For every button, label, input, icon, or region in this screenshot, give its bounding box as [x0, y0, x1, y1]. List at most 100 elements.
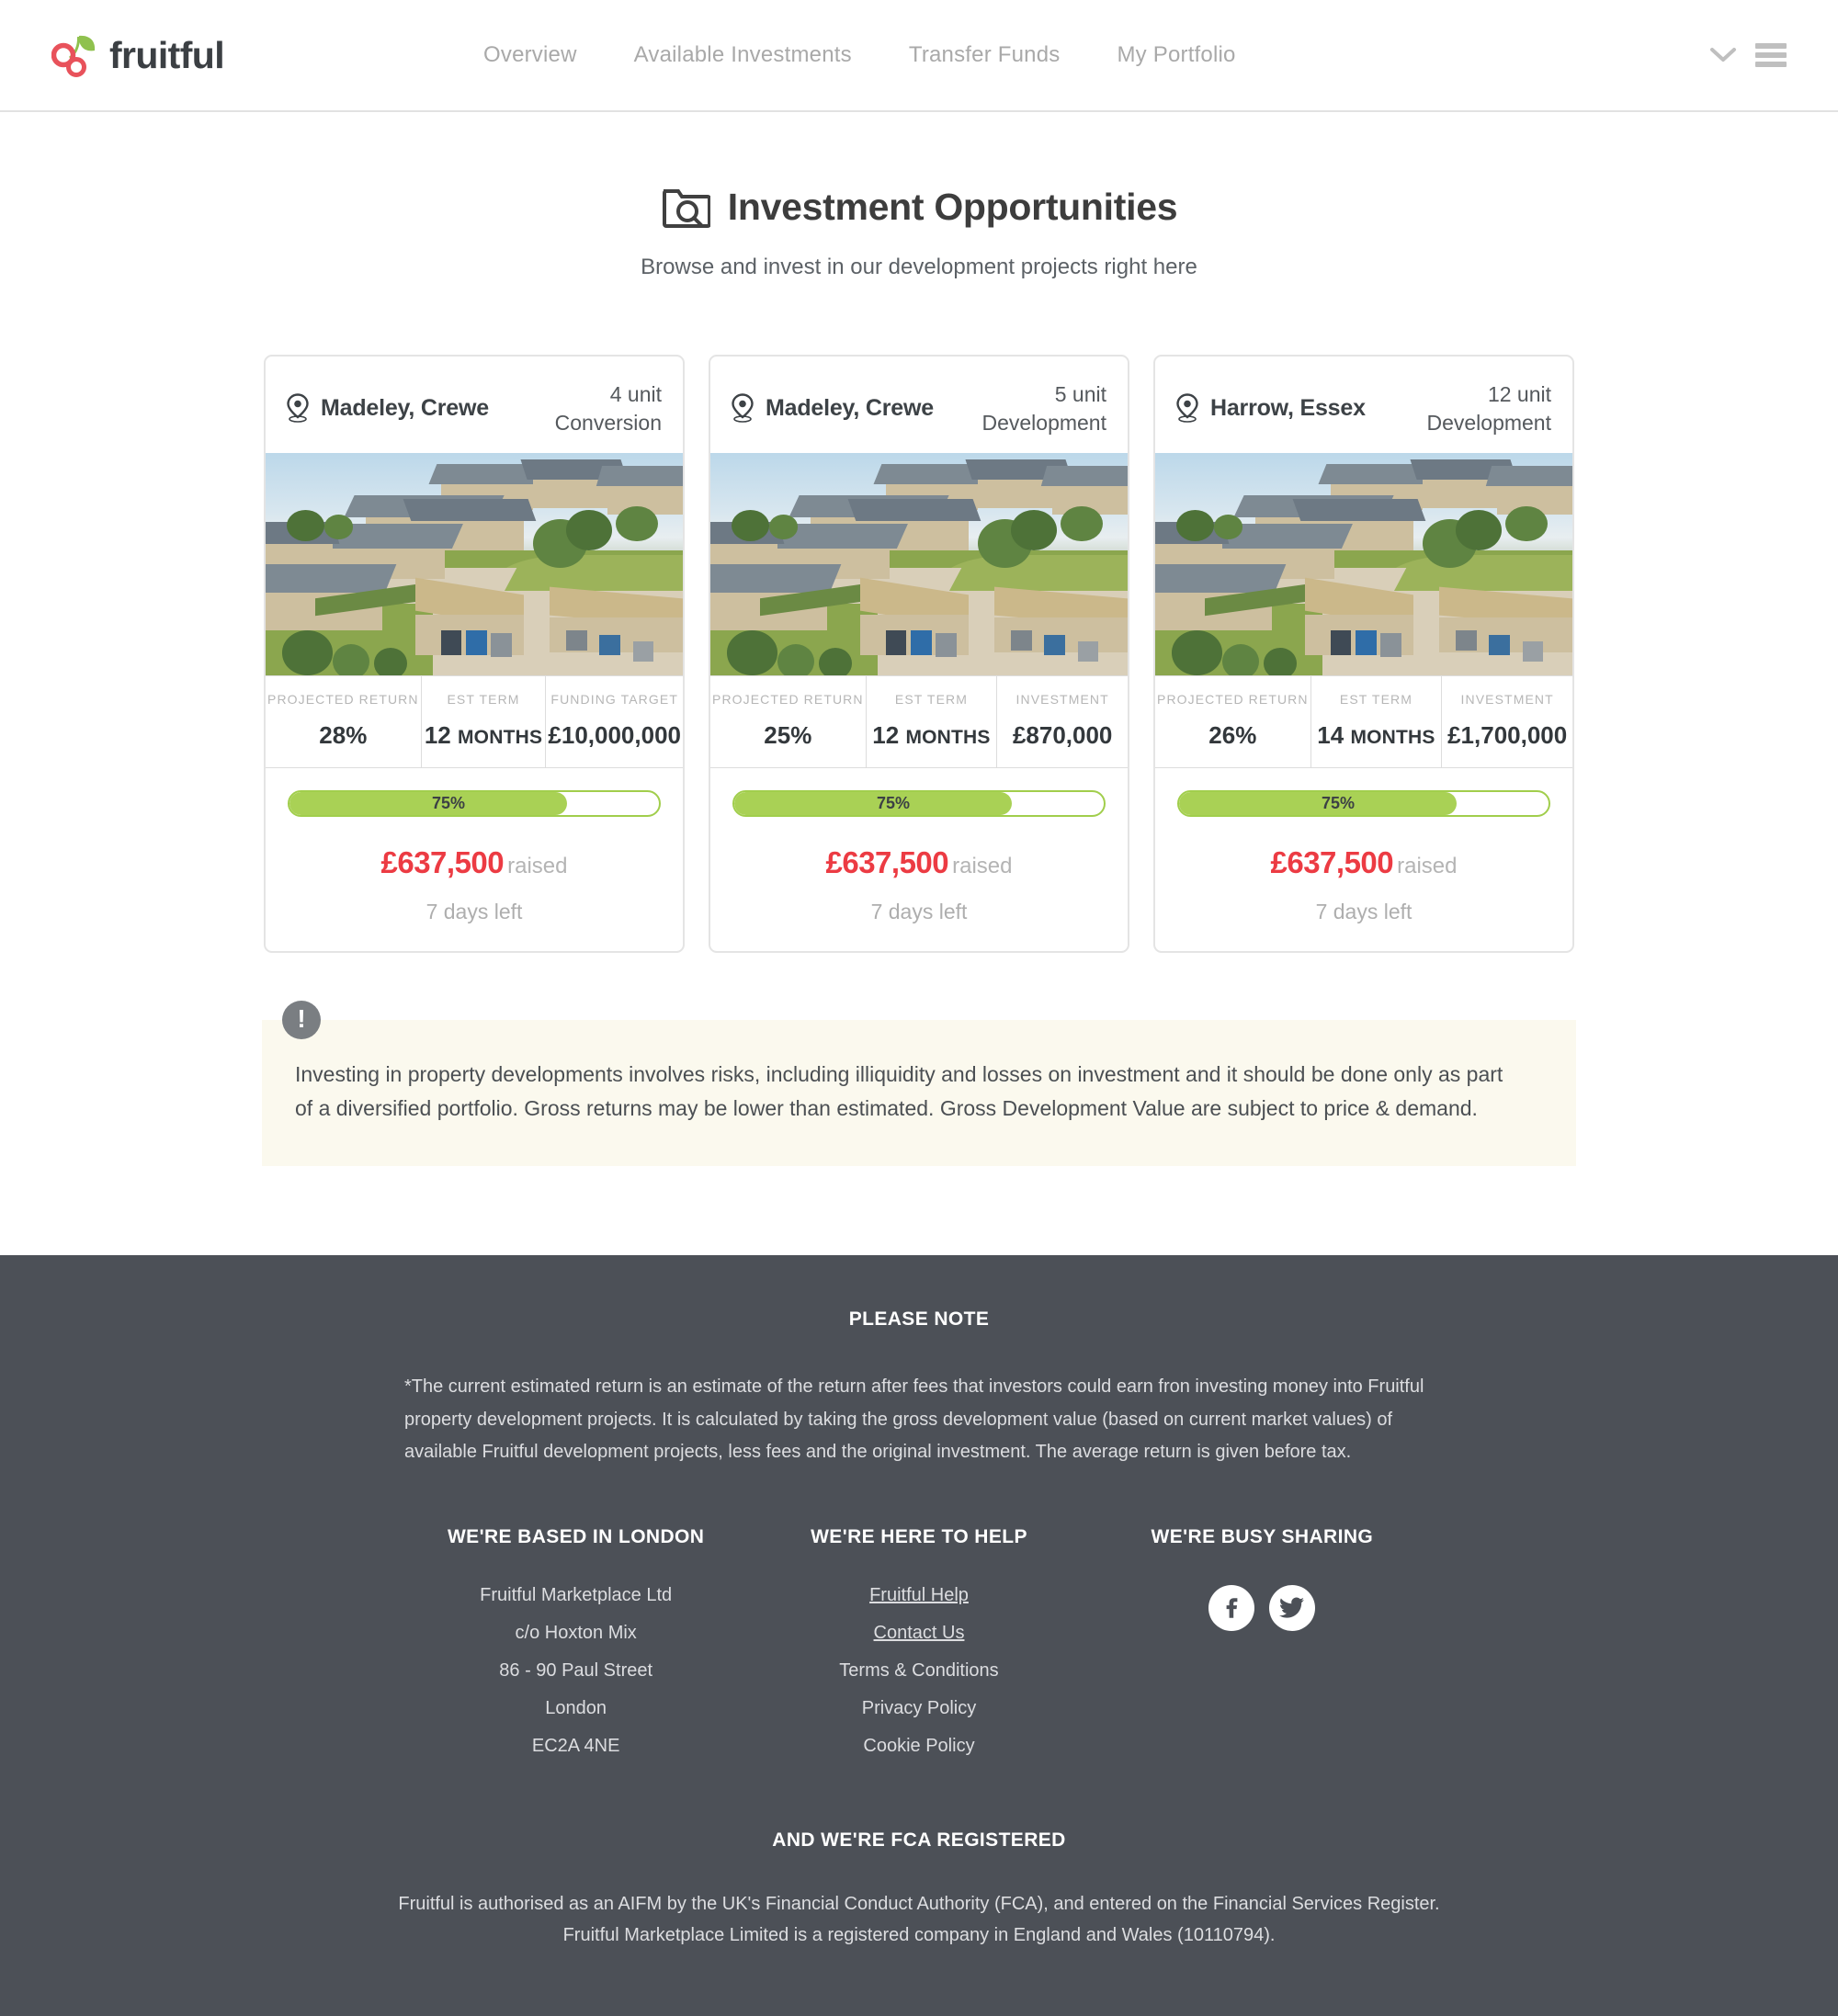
stat-value: 28% — [319, 720, 368, 749]
stat-projected-return: PROJECTED RETURN 25% — [710, 675, 867, 767]
logo[interactable]: fruitful — [51, 33, 447, 77]
card-unit-type: 4 unit Conversion — [555, 380, 662, 438]
property-image — [266, 452, 683, 675]
stat-label: PROJECTED RETURN — [267, 691, 419, 707]
days-left: 7 days left — [425, 899, 523, 923]
raised-amount: £637,500 — [380, 844, 505, 879]
footer-link-terms[interactable]: Terms & Conditions — [747, 1657, 1090, 1684]
card-stats: PROJECTED RETURN 26% EST TERM 14 MONTHS … — [1155, 674, 1572, 768]
stat-label: EST TERM — [1339, 691, 1413, 707]
raised-amount: £637,500 — [825, 844, 949, 879]
stat-investment: INVESTMENT £1,700,000 — [1442, 676, 1572, 767]
folder-search-icon — [661, 184, 711, 230]
card-location-name: Madeley, Crewe — [321, 394, 489, 421]
card-location: Madeley, Crewe — [286, 380, 489, 423]
card-project-type: Development — [1426, 411, 1551, 436]
progress-percent-label: 75% — [876, 793, 911, 812]
nav-item-my-portfolio[interactable]: My Portfolio — [1117, 42, 1235, 68]
footer-column-help: WE'RE HERE TO HELP Fruitful Help Contact… — [747, 1526, 1090, 1760]
stat-label: INVESTMENT — [1460, 691, 1554, 707]
footer-address-line: c/o Hoxton Mix — [515, 1622, 637, 1643]
card-location-name: Madeley, Crewe — [766, 394, 934, 421]
card-location-name: Harrow, Essex — [1210, 394, 1366, 421]
twitter-icon[interactable] — [1269, 1584, 1316, 1631]
header-controls — [1709, 43, 1787, 67]
alert-exclamation-icon: ! — [282, 1000, 321, 1039]
raised-label: raised — [952, 853, 1013, 878]
stat-funding-target: FUNDING TARGET £10,000,000 — [546, 676, 683, 767]
days-left: 7 days left — [1315, 899, 1413, 923]
stat-label: PROJECTED RETURN — [1157, 691, 1309, 707]
stat-label: PROJECTED RETURN — [712, 691, 864, 707]
footer-fca-line-1: Fruitful is authorised as an AIFM by the… — [398, 1893, 1440, 1914]
footer-column-heading: WE'RE BASED IN LONDON — [447, 1525, 705, 1547]
location-pin-icon — [1175, 393, 1199, 423]
footer-link-fruitful-help: Fruitful Help — [747, 1581, 1090, 1609]
raised-label: raised — [507, 853, 568, 878]
page-subtitle: Browse and invest in our development pro… — [641, 255, 1197, 279]
property-image — [1155, 452, 1572, 675]
card-unit-count: 5 unit — [1054, 382, 1106, 406]
facebook-icon[interactable] — [1208, 1584, 1255, 1631]
card-location: Harrow, Essex — [1175, 380, 1366, 423]
footer-fca-line-2: Fruitful Marketplace Limited is a regist… — [562, 1925, 1276, 1946]
footer-please-note-heading: PLEASE NOTE — [848, 1308, 990, 1331]
progress-bar: 75% — [1177, 789, 1550, 817]
stat-est-term: EST TERM 12 MONTHS — [867, 675, 998, 767]
stat-unit: MONTHS — [1350, 726, 1435, 748]
footer-address-line: 86 - 90 Paul Street — [499, 1659, 653, 1681]
footer-column-heading: WE'RE BUSY SHARING — [1151, 1525, 1374, 1547]
footer-link-cookie[interactable]: Cookie Policy — [747, 1732, 1090, 1760]
card-unit-type: 5 unit Development — [981, 380, 1106, 438]
nav-item-overview[interactable]: Overview — [483, 42, 577, 68]
footer-link-label[interactable]: Contact Us — [874, 1623, 965, 1643]
investment-card[interactable]: Madeley, Crewe 5 unit Development PROJEC… — [709, 355, 1129, 953]
logo-text: fruitful — [109, 33, 225, 76]
page-title-row: Investment Opportunities — [0, 184, 1838, 230]
footer-link-label[interactable]: Fruitful Help — [869, 1585, 969, 1605]
social-links — [1091, 1584, 1434, 1631]
footer-link-contact-us: Contact Us — [747, 1619, 1090, 1647]
stat-value: £10,000,000 — [548, 720, 681, 749]
footer-link-privacy[interactable]: Privacy Policy — [747, 1694, 1090, 1722]
card-header: Madeley, Crewe 5 unit Development — [710, 357, 1128, 453]
nav-item-available-investments[interactable]: Available Investments — [634, 42, 852, 68]
site-header: fruitful Overview Available Investments … — [0, 0, 1838, 112]
site-footer: PLEASE NOTE *The current estimated retur… — [0, 1255, 1838, 2016]
raised-label: raised — [1397, 853, 1458, 878]
stat-unit: MONTHS — [905, 726, 991, 748]
stat-projected-return: PROJECTED RETURN 26% — [1155, 675, 1311, 767]
stat-label: EST TERM — [894, 691, 968, 707]
hamburger-menu-icon[interactable] — [1755, 43, 1787, 67]
progress-percent-label: 75% — [1321, 793, 1356, 812]
page-header: Investment Opportunities Browse and inve… — [0, 112, 1838, 280]
progress-bar: 75% — [288, 789, 661, 817]
footer-address-line: EC2A 4NE — [531, 1735, 620, 1756]
card-stats: PROJECTED RETURN 28% EST TERM 12 MONTHS … — [266, 674, 683, 768]
footer-address-list: Fruitful Marketplace Ltd c/o Hoxton Mix … — [404, 1581, 747, 1760]
chevron-down-icon[interactable] — [1709, 47, 1737, 63]
stat-est-term: EST TERM 12 MONTHS — [422, 675, 547, 767]
card-location: Madeley, Crewe — [731, 380, 934, 423]
progress-bar: 75% — [732, 789, 1106, 817]
stat-projected-return: PROJECTED RETURN 28% — [266, 675, 422, 767]
main-nav: Overview Available Investments Transfer … — [447, 42, 1709, 68]
stat-value: £1,700,000 — [1447, 720, 1568, 749]
card-unit-count: 4 unit — [609, 382, 662, 406]
funding-progress: 75% — [1155, 768, 1572, 817]
footer-help-links: Fruitful Help Contact Us Terms & Conditi… — [747, 1581, 1090, 1760]
stat-label: FUNDING TARGET — [550, 691, 678, 707]
raised-amount: £637,500 — [1270, 844, 1394, 879]
property-image — [710, 452, 1128, 675]
stat-value: 12 MONTHS — [872, 720, 991, 749]
footer-column-heading: WE'RE HERE TO HELP — [811, 1525, 1027, 1547]
footer-fca-text: Fruitful is authorised as an AIFM by the… — [0, 1888, 1838, 1952]
card-stats: PROJECTED RETURN 25% EST TERM 12 MONTHS … — [710, 674, 1128, 768]
investment-card[interactable]: Harrow, Essex 12 unit Development PROJEC… — [1153, 355, 1574, 953]
location-pin-icon — [286, 393, 310, 423]
card-project-type: Conversion — [554, 411, 662, 436]
page-title: Investment Opportunities — [727, 185, 1178, 228]
investment-card[interactable]: Madeley, Crewe 4 unit Conversion PROJECT… — [264, 355, 685, 953]
nav-item-transfer-funds[interactable]: Transfer Funds — [909, 42, 1061, 68]
stat-value: 25% — [764, 720, 812, 749]
